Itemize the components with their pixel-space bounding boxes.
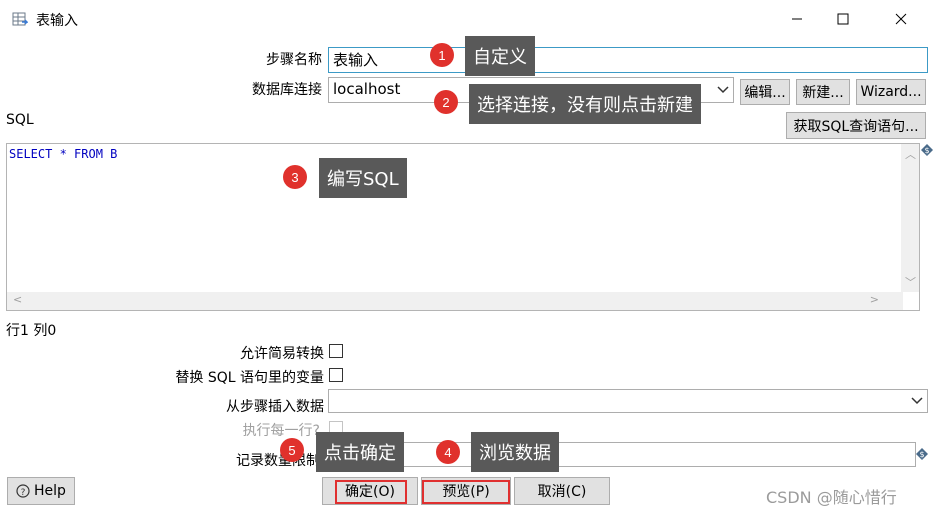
annotation-label-3: 编写SQL (319, 158, 407, 198)
scroll-down-icon: ﹀ (905, 276, 916, 289)
get-sql-button[interactable]: 获取SQL查询语句... (786, 112, 926, 139)
db-connection-label: 数据库连接 (252, 82, 322, 98)
ok-button[interactable]: 确定(O) (322, 477, 418, 505)
ok-label: 确定(O) (345, 484, 395, 500)
preview-button[interactable]: 预览(P) (421, 477, 511, 505)
annotation-badge-4: 4 (436, 440, 460, 464)
maximize-icon (837, 13, 849, 25)
annotation-badge-1: 1 (430, 43, 454, 67)
annotation-badge-3: 3 (283, 165, 307, 189)
help-label: Help (34, 483, 66, 499)
maximize-button[interactable] (820, 0, 866, 38)
annotation-label-5: 点击确定 (316, 432, 404, 472)
variable-indicator-icon: $ (916, 448, 928, 460)
table-input-icon (12, 12, 28, 26)
execute-each-row-label: 执行每一行? (242, 423, 320, 439)
variable-indicator-icon: $ (921, 144, 933, 156)
scroll-up-icon: ︿ (905, 148, 916, 161)
close-button[interactable] (878, 0, 924, 38)
watermark: CSDN @随心惜行 (766, 488, 897, 507)
minimize-button[interactable] (774, 0, 820, 38)
scroll-left-icon: < (13, 293, 23, 306)
title-bar: 表输入 (0, 0, 934, 38)
vertical-scrollbar[interactable]: ︿ ﹀ (901, 144, 919, 292)
svg-text:?: ? (21, 488, 26, 498)
chevron-down-icon (907, 390, 927, 412)
insert-from-step-select[interactable] (328, 389, 928, 413)
wizard-button[interactable]: Wizard... (856, 79, 926, 105)
svg-text:$: $ (919, 450, 924, 459)
annotation-label-2: 选择连接，没有则点击新建 (469, 84, 701, 124)
svg-text:$: $ (924, 146, 929, 155)
sql-editor[interactable]: SELECT * FROM B ︿ ﹀ < > (6, 143, 920, 311)
sql-label: SQL (6, 112, 34, 128)
scroll-right-icon: > (869, 293, 879, 306)
annotation-badge-2: 2 (434, 90, 458, 114)
annotation-badge-5: 5 (280, 438, 304, 462)
step-name-input[interactable]: 表输入 (328, 47, 928, 73)
edit-connection-button[interactable]: 编辑... (740, 79, 790, 105)
window-title: 表输入 (36, 13, 78, 29)
allow-lazy-conversion-checkbox[interactable] (329, 344, 343, 358)
cursor-position: 行1 列0 (6, 323, 57, 339)
help-icon: ? (16, 484, 30, 498)
preview-label: 预览(P) (442, 484, 490, 500)
new-connection-button[interactable]: 新建... (796, 79, 850, 105)
chevron-down-icon (713, 78, 733, 102)
allow-lazy-conversion-label: 允许简易转换 (240, 346, 324, 362)
sql-code: SELECT * FROM B (9, 147, 118, 161)
horizontal-scrollbar[interactable]: < > (7, 292, 903, 310)
step-name-label: 步骤名称 (266, 52, 322, 68)
replace-variables-checkbox[interactable] (329, 368, 343, 382)
replace-variables-label: 替换 SQL 语句里的变量 (175, 370, 324, 386)
annotation-label-1: 自定义 (465, 36, 535, 76)
help-button[interactable]: ? Help (7, 477, 75, 505)
db-connection-value: localhost (333, 80, 401, 98)
limit-input[interactable]: 0 (328, 442, 916, 467)
insert-from-step-label: 从步骤插入数据 (226, 399, 324, 415)
annotation-label-4: 浏览数据 (471, 432, 559, 472)
close-icon (895, 13, 907, 25)
cancel-button[interactable]: 取消(C) (514, 477, 610, 505)
minimize-icon (792, 18, 802, 20)
